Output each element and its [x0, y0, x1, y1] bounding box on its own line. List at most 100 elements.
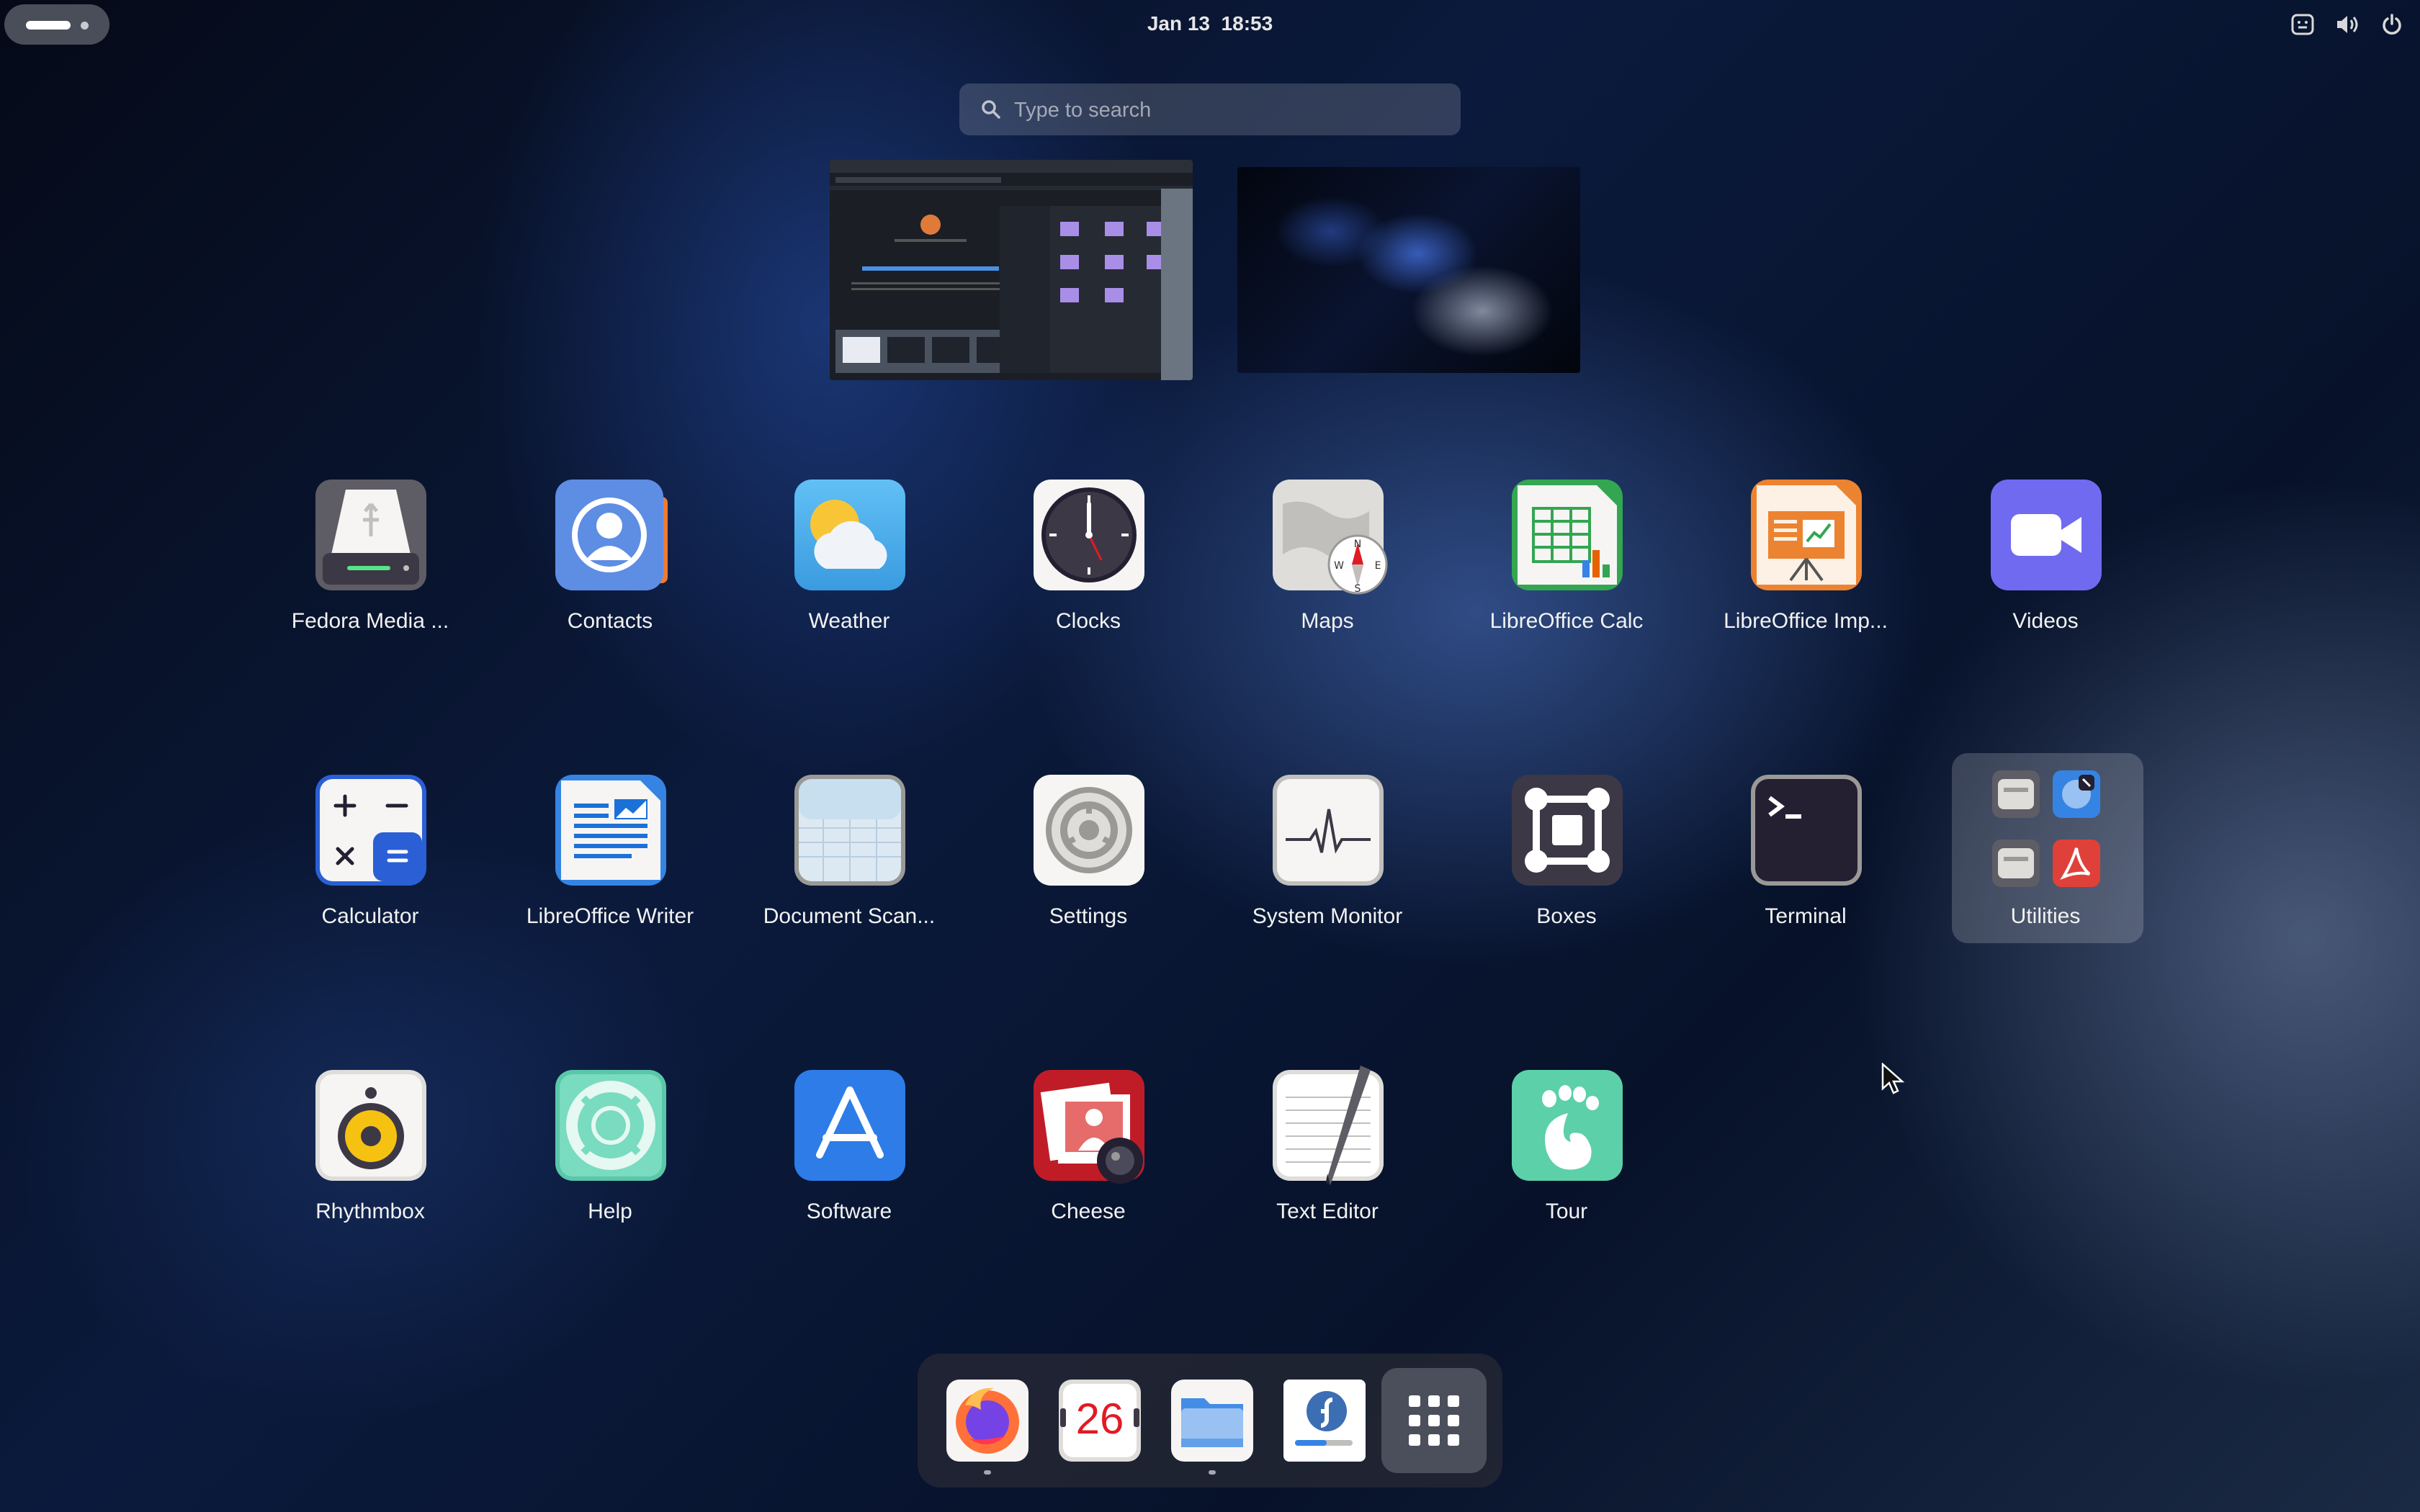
utilities-folder-icon — [1992, 770, 2100, 887]
dock-calendar[interactable]: 26 — [1056, 1377, 1144, 1464]
app-calculator[interactable]: Calculator — [251, 770, 489, 958]
app-weather[interactable]: Weather — [730, 475, 968, 662]
calendar-day-label: 26 — [1075, 1395, 1124, 1443]
volume-icon[interactable] — [2335, 12, 2360, 37]
boxes-icon — [1512, 775, 1623, 886]
system-tray[interactable] — [2290, 10, 2404, 39]
dock-running-indicator — [984, 1470, 991, 1475]
usb-drive-icon — [315, 480, 426, 590]
app-label: LibreOffice Imp... — [1724, 609, 1888, 633]
app-label: Tour — [1545, 1200, 1588, 1223]
dock-running-indicator — [1209, 1470, 1216, 1475]
app-folder-utilities[interactable]: Utilities — [1927, 770, 2164, 958]
app-fedora-media-writer[interactable]: Fedora Media ... — [251, 475, 489, 662]
app-help[interactable]: Help — [491, 1066, 729, 1253]
app-software[interactable]: Software — [730, 1066, 968, 1253]
workspace-1-preview — [830, 160, 1193, 380]
search-icon — [982, 100, 1000, 119]
workspace-indicator-inactive — [81, 22, 89, 30]
accessibility-icon[interactable] — [2290, 12, 2315, 37]
camera-photos-icon — [1034, 1070, 1144, 1184]
maps-icon: N S W E — [1273, 480, 1388, 595]
app-contacts[interactable]: Contacts — [491, 475, 729, 662]
app-label: Boxes — [1536, 904, 1597, 928]
firefox-icon — [946, 1380, 1028, 1462]
mouse-cursor-icon — [1881, 1063, 1905, 1094]
app-label: Contacts — [567, 609, 653, 633]
power-icon[interactable] — [2380, 12, 2404, 37]
app-label: Cheese — [1051, 1200, 1126, 1223]
app-label: System Monitor — [1252, 904, 1403, 928]
top-bar: Jan 13 18:53 — [0, 0, 2420, 48]
app-rhythmbox[interactable]: Rhythmbox — [251, 1066, 489, 1253]
app-label: Settings — [1049, 904, 1128, 928]
svg-text:W: W — [1334, 560, 1344, 572]
app-cheese[interactable]: Cheese — [969, 1066, 1207, 1253]
folder-icon — [1171, 1380, 1253, 1462]
app-label: Calculator — [321, 904, 419, 928]
app-label: Utilities — [2010, 904, 2081, 928]
clock-icon — [1034, 480, 1144, 590]
app-grid-icon — [1409, 1395, 1459, 1446]
text-editor-icon — [1273, 1066, 1384, 1185]
app-boxes[interactable]: Boxes — [1448, 770, 1685, 958]
dock-firefox[interactable] — [944, 1377, 1031, 1464]
workspace-indicator-active — [26, 21, 71, 30]
app-settings[interactable]: Settings — [969, 770, 1207, 958]
app-label: Clocks — [1055, 609, 1121, 633]
svg-text:E: E — [1375, 560, 1381, 572]
calculator-icon — [315, 775, 426, 886]
app-terminal[interactable]: Terminal — [1687, 770, 1924, 958]
time-label: 18:53 — [1221, 12, 1273, 35]
app-label: Maps — [1301, 609, 1354, 633]
app-label: Document Scan... — [763, 904, 936, 928]
search-bar[interactable] — [959, 84, 1461, 135]
gnome-foot-icon — [1512, 1070, 1623, 1181]
app-libreoffice-writer[interactable]: LibreOffice Writer — [491, 770, 729, 958]
workspace-thumbnail-2[interactable] — [1237, 167, 1580, 373]
app-label: LibreOffice Writer — [526, 904, 694, 928]
app-system-monitor[interactable]: System Monitor — [1209, 770, 1446, 958]
app-text-editor[interactable]: Text Editor — [1209, 1066, 1446, 1253]
contacts-icon — [555, 480, 668, 590]
weather-icon — [794, 480, 905, 590]
activities-button[interactable] — [4, 4, 109, 45]
app-libreoffice-calc[interactable]: LibreOffice Calc — [1448, 475, 1685, 662]
app-maps[interactable]: N S W E Maps — [1209, 475, 1446, 662]
dash-dock: 26 — [918, 1354, 1502, 1488]
gear-icon — [1034, 775, 1144, 886]
app-label: Rhythmbox — [315, 1200, 425, 1223]
app-videos[interactable]: Videos — [1927, 475, 2164, 662]
lifebuoy-icon — [555, 1070, 666, 1181]
speaker-icon — [315, 1070, 426, 1181]
app-clocks[interactable]: Clocks — [969, 475, 1207, 662]
app-libreoffice-impress[interactable]: LibreOffice Imp... — [1687, 475, 1924, 662]
app-document-scanner[interactable]: Document Scan... — [730, 770, 968, 958]
date-label: Jan 13 — [1147, 12, 1210, 35]
scanner-icon — [794, 775, 905, 886]
show-apps-button[interactable] — [1381, 1368, 1487, 1473]
app-label: Software — [806, 1200, 892, 1223]
fedora-logo-icon — [1283, 1380, 1366, 1462]
app-label: Help — [588, 1200, 632, 1223]
presentation-icon — [1751, 480, 1862, 590]
app-label: LibreOffice Calc — [1489, 609, 1644, 633]
terminal-icon — [1751, 775, 1862, 886]
date-time-button[interactable]: Jan 13 18:53 — [1080, 0, 1340, 48]
app-label: Fedora Media ... — [291, 609, 449, 633]
app-tour[interactable]: Tour — [1448, 1066, 1685, 1253]
workspace-thumbnail-1[interactable] — [830, 160, 1193, 380]
software-store-icon — [794, 1070, 905, 1181]
spreadsheet-icon — [1512, 480, 1623, 590]
document-writer-icon — [555, 775, 666, 886]
video-camera-icon — [1991, 480, 2102, 590]
app-label: Weather — [808, 609, 890, 633]
app-label: Text Editor — [1276, 1200, 1379, 1223]
search-input[interactable] — [1013, 94, 1433, 127]
svg-text:S: S — [1355, 583, 1361, 595]
svg-text:N: N — [1354, 539, 1361, 550]
app-label: Terminal — [1765, 904, 1847, 928]
dock-files[interactable] — [1168, 1377, 1256, 1464]
heartbeat-monitor-icon — [1273, 775, 1384, 886]
dock-fedora-welcome[interactable] — [1281, 1377, 1368, 1464]
